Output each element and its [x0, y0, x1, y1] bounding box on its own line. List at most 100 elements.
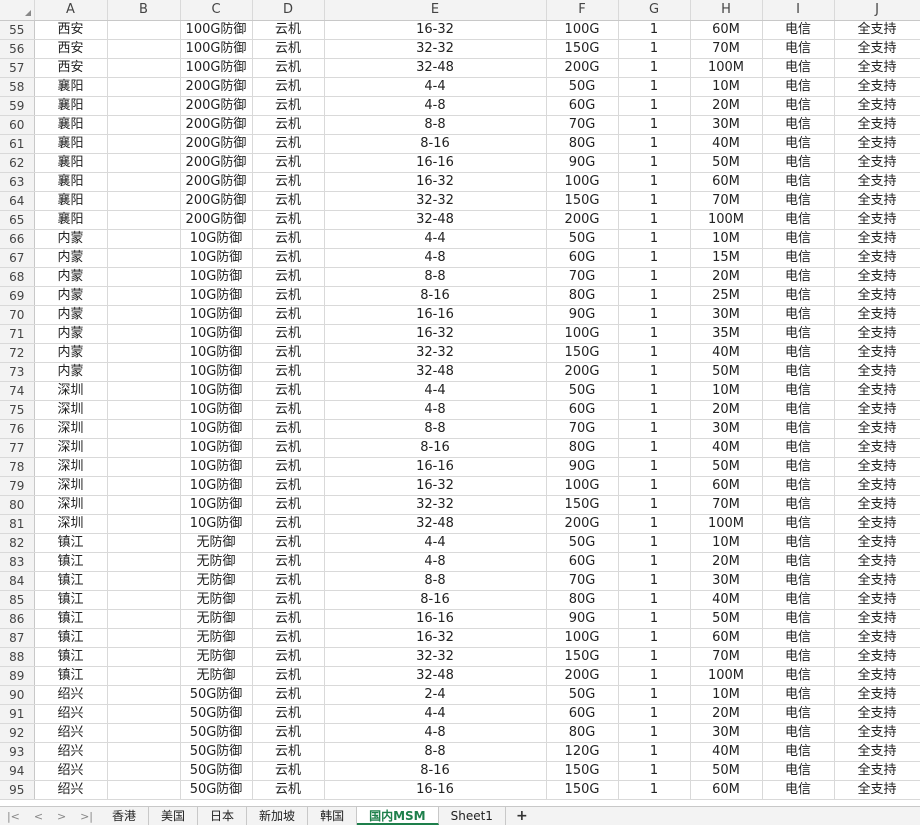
- cell-d[interactable]: 云机: [252, 191, 325, 211]
- next-sheet-icon[interactable]: >: [57, 810, 66, 823]
- cell-c[interactable]: 无防御: [180, 647, 253, 667]
- cell-d[interactable]: 云机: [252, 495, 325, 515]
- cell-b[interactable]: [107, 58, 181, 78]
- cell-e[interactable]: 16-16: [324, 153, 547, 173]
- row-header[interactable]: 77: [0, 438, 35, 458]
- cell-i[interactable]: 电信: [762, 305, 835, 325]
- cell-d[interactable]: 云机: [252, 267, 325, 287]
- cell-h[interactable]: 50M: [690, 153, 763, 173]
- cell-h[interactable]: 20M: [690, 704, 763, 724]
- cell-f[interactable]: 80G: [546, 286, 619, 306]
- row-header[interactable]: 76: [0, 419, 35, 439]
- cell-f[interactable]: 80G: [546, 438, 619, 458]
- row-header[interactable]: 81: [0, 514, 35, 534]
- cell-b[interactable]: [107, 533, 181, 553]
- cell-f[interactable]: 60G: [546, 552, 619, 572]
- cell-a[interactable]: 绍兴: [34, 780, 108, 800]
- row-header[interactable]: 61: [0, 134, 35, 154]
- cell-j[interactable]: 全支持: [834, 647, 920, 667]
- cell-f[interactable]: 100G: [546, 172, 619, 192]
- cell-c[interactable]: 100G防御: [180, 39, 253, 59]
- cell-a[interactable]: 襄阳: [34, 210, 108, 230]
- cell-c[interactable]: 50G防御: [180, 685, 253, 705]
- cell-d[interactable]: 云机: [252, 210, 325, 230]
- cell-c[interactable]: 50G防御: [180, 780, 253, 800]
- cell-g[interactable]: 1: [618, 742, 691, 762]
- cell-b[interactable]: [107, 628, 181, 648]
- cell-c[interactable]: 100G防御: [180, 58, 253, 78]
- cell-g[interactable]: 1: [618, 248, 691, 268]
- last-sheet-icon[interactable]: >|: [80, 810, 93, 823]
- cell-b[interactable]: [107, 476, 181, 496]
- cell-i[interactable]: 电信: [762, 267, 835, 287]
- row-header[interactable]: 87: [0, 628, 35, 648]
- cell-c[interactable]: 10G防御: [180, 438, 253, 458]
- cell-e[interactable]: 4-8: [324, 96, 547, 116]
- cell-d[interactable]: 云机: [252, 324, 325, 344]
- cell-b[interactable]: [107, 134, 181, 154]
- cell-e[interactable]: 2-4: [324, 685, 547, 705]
- cell-a[interactable]: 襄阳: [34, 96, 108, 116]
- cell-j[interactable]: 全支持: [834, 172, 920, 192]
- cell-b[interactable]: [107, 666, 181, 686]
- cell-i[interactable]: 电信: [762, 780, 835, 800]
- cell-e[interactable]: 4-4: [324, 229, 547, 249]
- cell-f[interactable]: 50G: [546, 533, 619, 553]
- cell-c[interactable]: 200G防御: [180, 134, 253, 154]
- cell-b[interactable]: [107, 704, 181, 724]
- cell-c[interactable]: 10G防御: [180, 343, 253, 363]
- cell-c[interactable]: 10G防御: [180, 400, 253, 420]
- cell-e[interactable]: 32-32: [324, 495, 547, 515]
- cell-a[interactable]: 绍兴: [34, 742, 108, 762]
- cell-h[interactable]: 60M: [690, 780, 763, 800]
- cell-g[interactable]: 1: [618, 267, 691, 287]
- cell-a[interactable]: 绍兴: [34, 761, 108, 781]
- row-header[interactable]: 71: [0, 324, 35, 344]
- cell-h[interactable]: 30M: [690, 723, 763, 743]
- cell-f[interactable]: 200G: [546, 666, 619, 686]
- cell-e[interactable]: 16-16: [324, 780, 547, 800]
- cell-b[interactable]: [107, 495, 181, 515]
- cell-g[interactable]: 1: [618, 457, 691, 477]
- cell-e[interactable]: 4-4: [324, 704, 547, 724]
- cell-e[interactable]: 32-48: [324, 362, 547, 382]
- cell-j[interactable]: 全支持: [834, 286, 920, 306]
- cell-e[interactable]: 8-8: [324, 742, 547, 762]
- cell-b[interactable]: [107, 362, 181, 382]
- cell-d[interactable]: 云机: [252, 286, 325, 306]
- cell-a[interactable]: 绍兴: [34, 704, 108, 724]
- cell-a[interactable]: 深圳: [34, 381, 108, 401]
- cell-h[interactable]: 50M: [690, 761, 763, 781]
- cell-f[interactable]: 50G: [546, 77, 619, 97]
- cell-d[interactable]: 云机: [252, 229, 325, 249]
- row-header[interactable]: 72: [0, 343, 35, 363]
- cell-b[interactable]: [107, 514, 181, 534]
- row-header[interactable]: 64: [0, 191, 35, 211]
- cell-c[interactable]: 10G防御: [180, 457, 253, 477]
- column-header-h[interactable]: H: [690, 0, 763, 21]
- cell-a[interactable]: 深圳: [34, 438, 108, 458]
- cell-f[interactable]: 200G: [546, 514, 619, 534]
- cell-i[interactable]: 电信: [762, 248, 835, 268]
- cell-j[interactable]: 全支持: [834, 77, 920, 97]
- row-header[interactable]: 60: [0, 115, 35, 135]
- cell-a[interactable]: 深圳: [34, 476, 108, 496]
- cell-c[interactable]: 200G防御: [180, 210, 253, 230]
- cell-e[interactable]: 8-16: [324, 761, 547, 781]
- cell-b[interactable]: [107, 267, 181, 287]
- cell-h[interactable]: 60M: [690, 628, 763, 648]
- cell-j[interactable]: 全支持: [834, 761, 920, 781]
- cell-c[interactable]: 200G防御: [180, 115, 253, 135]
- cell-h[interactable]: 10M: [690, 229, 763, 249]
- cell-e[interactable]: 4-8: [324, 723, 547, 743]
- cell-f[interactable]: 70G: [546, 571, 619, 591]
- cell-d[interactable]: 云机: [252, 172, 325, 192]
- cell-g[interactable]: 1: [618, 628, 691, 648]
- cell-a[interactable]: 内蒙: [34, 324, 108, 344]
- cell-f[interactable]: 150G: [546, 780, 619, 800]
- cell-d[interactable]: 云机: [252, 476, 325, 496]
- cell-h[interactable]: 70M: [690, 39, 763, 59]
- row-header[interactable]: 58: [0, 77, 35, 97]
- cell-b[interactable]: [107, 77, 181, 97]
- cell-d[interactable]: 云机: [252, 20, 325, 40]
